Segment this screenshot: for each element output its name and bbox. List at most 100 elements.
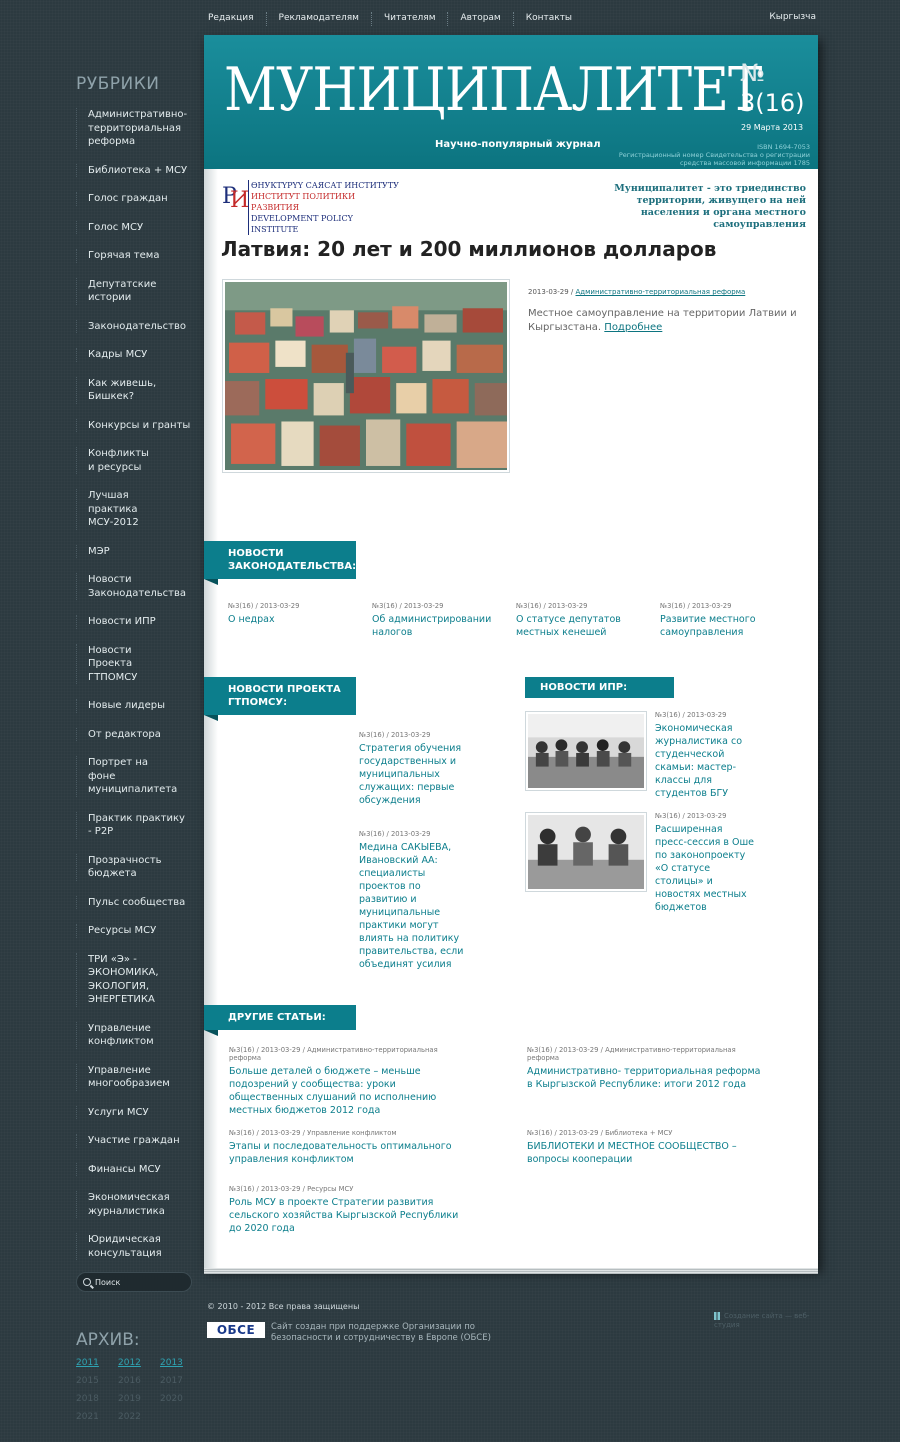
news-item[interactable]: №3(16) / 2013-03-29 О статусе депутатов … (516, 602, 626, 639)
rubric-item[interactable]: Библиотека + МСУ (76, 163, 196, 177)
section-law-news-header: НОВОСТИ ЗАКОНОДАТЕЛЬСТВА: (204, 541, 356, 585)
rubric-item[interactable]: От редактора (76, 727, 196, 741)
news-link[interactable]: Роль МСУ в проекте Стратегии развития се… (229, 1196, 459, 1235)
news-meta: №3(16) / 2013-03-29 (359, 830, 431, 838)
rubric-item[interactable]: Финансы МСУ (76, 1162, 196, 1176)
rubric-item[interactable]: Прозрачность бюджета (76, 853, 166, 881)
news-item[interactable]: №3(16) / 2013-03-29 / Ресурсы МСУ Роль М… (229, 1185, 459, 1235)
news-meta: №3(16) / 2013-03-29 (655, 812, 727, 820)
nav-contacts[interactable]: Контакты (514, 12, 584, 26)
featured-meta: 2013-03-29 / Административно-территориал… (528, 288, 746, 296)
search-placeholder: Поиск (95, 1277, 121, 1287)
news-meta: №3(16) / 2013-03-29 (359, 731, 431, 739)
archive-year: 2019 (118, 1394, 141, 1404)
rubric-item[interactable]: МЭР (76, 544, 196, 558)
news-link[interactable]: Административно- территориальная реформа… (527, 1065, 767, 1091)
nav-readers[interactable]: Читателям (372, 12, 449, 26)
registration-info: Регистрационный номер Свидетельства о ре… (618, 151, 810, 167)
rubric-item[interactable]: Конфликты и ресурсы (76, 447, 156, 474)
news-link[interactable]: Развитие местного самоуправления (660, 613, 760, 639)
archive-year: 2017 (160, 1376, 183, 1386)
featured-image[interactable] (222, 279, 510, 473)
issue-symbol: № (740, 59, 765, 87)
rubric-item[interactable]: Депутатские истории (76, 277, 156, 305)
archive-year-link[interactable]: 2012 (118, 1358, 160, 1368)
rubric-item[interactable]: Лучшая практика МСУ-2012 (76, 489, 176, 530)
rubric-item[interactable]: Ресурсы МСУ (76, 924, 196, 938)
rubric-item[interactable]: Участие граждан (76, 1134, 196, 1148)
rubric-item[interactable]: Административно-территориальная реформа (76, 108, 187, 149)
rubric-item[interactable]: Как живешь, Бишкек? (76, 376, 196, 404)
featured-headline[interactable]: Латвия: 20 лет и 200 миллионов долларов (221, 237, 716, 261)
rubric-item[interactable]: Голос граждан (76, 192, 196, 206)
rubric-item[interactable]: Новые лидеры (76, 699, 196, 713)
news-link[interactable]: Медина САКЫЕВА, Ивановский АА: специалис… (359, 841, 469, 971)
news-link[interactable]: О недрах (228, 613, 358, 626)
rubric-item[interactable]: Горячая тема (76, 249, 196, 263)
top-nav: Редакция Рекламодателям Читателям Автора… (196, 12, 584, 26)
developer-credit[interactable]: Создание сайта — веб-студия (714, 1312, 814, 1330)
news-link[interactable]: Больше деталей о бюджете – меньше подозр… (229, 1065, 459, 1117)
archive-year-link[interactable]: 2013 (160, 1358, 196, 1368)
news-link[interactable]: Об администрировании налогов (372, 613, 502, 639)
masthead-banner: МУНИЦИПАЛИТЕТ Научно-популярный журнал №… (204, 35, 818, 169)
news-item[interactable]: №3(16) / 2013-03-29 / Управление конфлик… (229, 1129, 459, 1166)
featured-summary: Местное самоуправление на территории Лат… (528, 308, 797, 333)
rubric-item[interactable]: Новости Проекта ГТПОМСУ (76, 643, 176, 684)
rubric-item[interactable]: Пульс сообщества (76, 895, 196, 909)
news-link[interactable]: Стратегия обучения государственных и мун… (359, 742, 469, 807)
news-meta: №3(16) / 2013-03-29 (228, 602, 300, 610)
rubric-item[interactable]: Юридическая консультация (76, 1233, 166, 1260)
news-link[interactable]: Расширенная пресс-сессия в Оше по законо… (655, 823, 755, 914)
rubric-item[interactable]: Управление конфликтом (76, 1021, 156, 1049)
dpi-logo-text: ӨНУКТҮРҮҮ САЯСАТ ИНСТИТУТУ ИНСТИТУТ ПОЛИ… (248, 180, 402, 235)
news-item[interactable]: №3(16) / 2013-03-29 Стратегия обучения г… (359, 731, 469, 807)
news-item[interactable]: №3(16) / 2013-03-29 / Административно-те… (527, 1046, 767, 1091)
nav-authors[interactable]: Авторам (448, 12, 514, 26)
ipr-news-item[interactable]: №3(16) / 2013-03-29 Расширенная пресс-се… (525, 812, 755, 914)
isbn: ISBN 1694-7053 (757, 143, 810, 151)
rubric-item[interactable]: Услуги МСУ (76, 1105, 196, 1119)
nav-editorial[interactable]: Редакция (196, 12, 267, 26)
rubric-item[interactable]: Практик практику - P2P (76, 811, 186, 839)
ipr-news-photo[interactable] (525, 711, 647, 791)
rubric-item[interactable]: Новости ИПР (76, 615, 196, 629)
language-switch[interactable]: Кыргызча (769, 12, 816, 22)
rubric-item[interactable]: ТРИ «Э» - ЭКОНОМИКА, ЭКОЛОГИЯ, ЭНЕРГЕТИК… (76, 952, 159, 1007)
news-item[interactable]: №3(16) / 2013-03-29 Медина САКЫЕВА, Иван… (359, 830, 469, 971)
osce-logo[interactable]: ОБСЕ (207, 1322, 265, 1338)
logo-line: ӨНУКТҮРҮҮ САЯСАТ ИНСТИТУТУ (251, 181, 399, 190)
rubric-item[interactable]: Законодательство (76, 319, 196, 333)
rubric-item[interactable]: Экономическая журналистика (76, 1191, 170, 1218)
rubric-item[interactable]: Кадры МСУ (76, 348, 196, 362)
dpi-logo[interactable]: РИ ӨНУКТҮРҮҮ САЯСАТ ИНСТИТУТУ ИНСТИТУТ П… (222, 180, 402, 235)
rubric-item[interactable]: Портрет на фоне муниципалитета (76, 756, 177, 797)
news-link[interactable]: Этапы и последовательность оптимального … (229, 1140, 459, 1166)
rubric-item[interactable]: Управление многообразием (76, 1063, 176, 1091)
news-item[interactable]: №3(16) / 2013-03-29 Об администрировании… (372, 602, 502, 639)
news-item[interactable]: №3(16) / 2013-03-29 О недрах (228, 602, 358, 626)
news-item[interactable]: №3(16) / 2013-03-29 / Административно-те… (229, 1046, 459, 1117)
archive-year-link[interactable]: 2011 (76, 1358, 118, 1368)
rubric-item[interactable]: Конкурсы и гранты (76, 418, 196, 432)
masthead-title[interactable]: МУНИЦИПАЛИТЕТ (224, 49, 762, 131)
search-input[interactable]: Поиск (76, 1272, 192, 1292)
sidebar: РУБРИКИ Административно-территориальная … (76, 74, 196, 1260)
isbn-info: ISBN 1694-7053 Регистрационный номер Сви… (610, 143, 810, 167)
news-link[interactable]: О статусе депутатов местных кенешей (516, 613, 626, 639)
news-item[interactable]: №3(16) / 2013-03-29 Развитие местного са… (660, 602, 760, 639)
read-more-link[interactable]: Подробнее (604, 322, 662, 333)
logo-line: ИНСТИТУТ ПОЛИТИКИ РАЗВИТИЯ (251, 192, 356, 212)
news-link[interactable]: Экономическая журналистика со студенческ… (655, 722, 755, 800)
rubric-item[interactable]: Новости Законодательства (76, 573, 186, 600)
ipr-news-photo[interactable] (525, 812, 647, 892)
rubric-item[interactable]: Голос МСУ (76, 220, 196, 234)
archive-title: АРХИВ: (76, 1330, 140, 1350)
issue-number: 3(16) (740, 89, 805, 117)
nav-advertisers[interactable]: Рекламодателям (267, 12, 372, 26)
section-project-news-header: НОВОСТИ ПРОЕКТА ГТПОМСУ: (204, 677, 356, 721)
news-item[interactable]: №3(16) / 2013-03-29 / Библиотека + МСУ Б… (527, 1129, 747, 1166)
ipr-news-item[interactable]: №3(16) / 2013-03-29 Экономическая журнал… (525, 711, 755, 800)
news-link[interactable]: БИБЛИОТЕКИ И МЕСТНОЕ СООБЩЕСТВО – вопрос… (527, 1140, 747, 1166)
featured-category-link[interactable]: Административно-территориальная реформа (576, 288, 746, 296)
